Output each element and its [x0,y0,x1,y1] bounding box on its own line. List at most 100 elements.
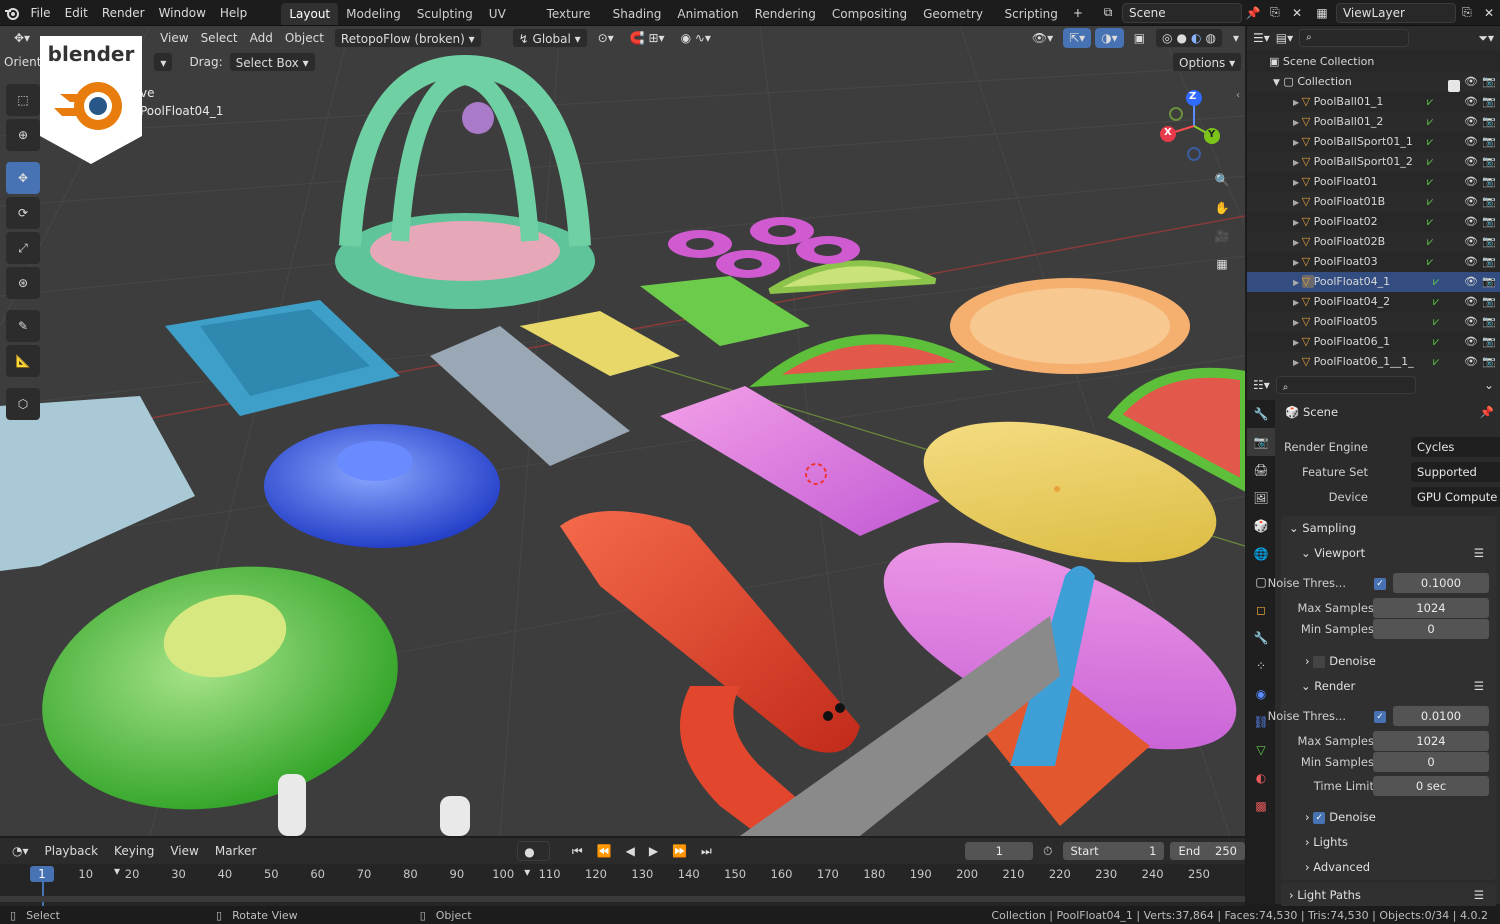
vp-min-samples-field[interactable]: 0 [1373,619,1489,639]
select-box-tool[interactable]: ⬚ [6,84,40,116]
pivot-icon[interactable]: ⊙▾ [592,28,620,48]
3d-viewport[interactable]: ✥▾ View Select Add Object RetopoFlow (broke… [0,26,1245,836]
mesh-data-icon[interactable]: ⩗ [1427,192,1433,212]
mesh-data-icon[interactable]: ⩗ [1427,152,1433,172]
blender-menu-icon[interactable] [0,0,23,26]
play-icon[interactable]: ▶ [643,841,664,861]
r-noise-field[interactable]: 0.0100 [1393,706,1489,726]
retopoflow-menu[interactable]: RetopoFlow (broken) ▾ [333,28,482,48]
orient-dropdown[interactable]: ▾ [153,52,174,72]
drag-dropdown[interactable]: Select Box ▾ [228,52,316,72]
outliner-search[interactable]: ⌕ [1299,29,1410,47]
camera-icon[interactable]: 📷 [1482,192,1496,212]
vp-noise-checkbox[interactable]: ✓ [1374,576,1386,590]
timeline-scrollbar[interactable] [0,896,1245,902]
remove-scene-icon[interactable]: ✕ [1286,6,1308,20]
vp-noise-field[interactable]: 0.1000 [1393,573,1489,593]
tab-geometry-nodes[interactable]: Geometry Nodes [915,3,996,43]
outliner-item[interactable]: ▶ ▽ PoolFloat01 ⩗ 👁 📷 [1247,172,1500,192]
eye-icon[interactable]: 👁 [1464,72,1478,92]
viewport-menu-add[interactable]: Add [244,28,279,48]
start-frame-field[interactable]: Start 1 [1062,842,1165,860]
viewport-menu-view[interactable]: View [154,28,194,48]
lights-subpanel[interactable]: › Lights [1281,830,1496,855]
tool-tab-icon[interactable]: 🔧 [1247,400,1275,428]
tab-shading[interactable]: Shading [605,3,670,25]
eye-icon[interactable]: 👁 [1464,212,1478,232]
timeline-menu-view[interactable]: View [164,841,204,861]
timeline-menu-playback[interactable]: Playback ▾ [39,841,105,878]
tab-uv-editing[interactable]: UV Editing [481,3,539,43]
outliner-item[interactable]: ▶ ▽ PoolFloat06_1__1_ ⩗ 👁 📷 [1247,352,1500,372]
menu-help[interactable]: Help [213,0,254,26]
camera-view-icon[interactable]: 🎥 [1208,222,1236,250]
expand-arrow-icon[interactable]: ▶ [1293,238,1302,247]
tab-rendering[interactable]: Rendering [747,3,824,25]
physics-tab-icon[interactable]: ◉ [1247,680,1275,708]
camera-icon[interactable]: 📷 [1482,312,1496,332]
camera-icon[interactable]: 📷 [1482,272,1496,292]
particles-tab-icon[interactable]: ⁘ [1247,652,1275,680]
camera-icon[interactable]: 📷 [1482,172,1496,192]
new-scene-icon[interactable]: ⎘ [1264,5,1286,20]
display-mode-icon[interactable]: ▤▾ [1276,31,1293,45]
expand-arrow-icon[interactable]: ▼ [1273,78,1280,88]
visibility-icon[interactable]: 👁▾ [1026,28,1059,48]
viewport-subpanel-header[interactable]: ⌄ Viewport ☰ [1281,541,1496,566]
mesh-data-icon[interactable]: ⩗ [1427,172,1433,192]
scene-collection-row[interactable]: ▣ Scene Collection [1247,52,1500,72]
properties-editor-icon[interactable]: ☷▾ [1253,378,1270,392]
rotate-tool[interactable]: ⟳ [6,197,40,229]
expand-arrow-icon[interactable]: ▶ [1293,258,1302,267]
eye-icon[interactable]: 👁 [1464,292,1478,312]
render-engine-dropdown[interactable]: Cycles [1411,437,1500,457]
outliner-editor-icon[interactable]: ☰▾ [1253,31,1270,45]
mesh-data-icon[interactable]: ⩗ [1433,272,1439,292]
outliner-item[interactable]: ▶ ▽ PoolBall01_1 ⩗ 👁 📷 [1247,92,1500,112]
camera-icon[interactable]: 📷 [1482,92,1496,112]
camera-icon[interactable]: 📷 [1482,112,1496,132]
scene-tab-icon[interactable]: 🎲 [1247,512,1275,540]
eye-icon[interactable]: 👁 [1464,132,1478,152]
pin-icon[interactable]: 📌 [1242,6,1264,20]
eye-icon[interactable]: 👁 [1464,112,1478,132]
mesh-data-icon[interactable]: ⩗ [1427,92,1433,112]
texture-tab-icon[interactable]: ▩ [1247,792,1275,820]
data-tab-icon[interactable]: ▽ [1247,736,1275,764]
timeline-ruler[interactable]: 1102030405060708090100110120130140150160… [0,864,1245,906]
snap-icon[interactable]: 🧲 ⊞▾ [624,28,671,48]
end-frame-field[interactable]: End 250 [1170,842,1245,860]
scene-icon[interactable]: ⧉ [1094,5,1122,20]
eye-icon[interactable]: 👁 [1464,152,1478,172]
mesh-data-icon[interactable]: ⩗ [1433,292,1439,312]
material-shading-icon[interactable]: ◐ [1191,28,1201,48]
outliner-item[interactable]: ▶ ▽ PoolFloat02B ⩗ 👁 📷 [1247,232,1500,252]
eye-icon[interactable]: 👁 [1464,172,1478,192]
r-denoise-subpanel[interactable]: › ✓ Denoise [1281,805,1496,830]
next-keyframe-icon[interactable]: ⏩ [666,841,693,861]
stopwatch-icon[interactable]: ⏱ [1037,841,1058,861]
r-max-samples-field[interactable]: 1024 [1373,731,1489,751]
jump-end-icon[interactable]: ⏭ [695,841,718,861]
eye-icon[interactable]: 👁 [1464,272,1478,292]
eye-icon[interactable]: 👁 [1464,232,1478,252]
tab-modeling[interactable]: Modeling [338,3,409,25]
output-tab-icon[interactable]: 🖨 [1247,456,1275,484]
expand-arrow-icon[interactable]: ▶ [1293,118,1302,127]
properties-options-icon[interactable]: ⌄ [1484,378,1494,392]
tab-texture-paint[interactable]: Texture Paint [539,3,605,43]
eye-icon[interactable]: 👁 [1464,92,1478,112]
new-viewlayer-icon[interactable]: ⎘ [1456,5,1478,20]
solid-shading-icon[interactable]: ● [1177,28,1187,48]
outliner-item[interactable]: ▶ ▽ PoolBallSport01_1 ⩗ 👁 📷 [1247,132,1500,152]
ortho-grid-icon[interactable]: ▦ [1208,250,1236,278]
menu-window[interactable]: Window [152,0,213,26]
properties-search[interactable]: ⌕ [1275,376,1416,394]
timeline-menu-keying[interactable]: Keying ▾ [108,841,160,878]
camera-icon[interactable]: 📷 [1482,292,1496,312]
outliner-item[interactable]: ▶ ▽ PoolFloat01B ⩗ 👁 📷 [1247,192,1500,212]
outliner-item[interactable]: ▶ ▽ PoolFloat06_1 ⩗ 👁 📷 [1247,332,1500,352]
rendered-shading-icon[interactable]: ◍ [1205,28,1215,48]
remove-viewlayer-icon[interactable]: ✕ [1478,6,1500,20]
r-denoise-checkbox[interactable]: ✓ [1313,811,1326,824]
